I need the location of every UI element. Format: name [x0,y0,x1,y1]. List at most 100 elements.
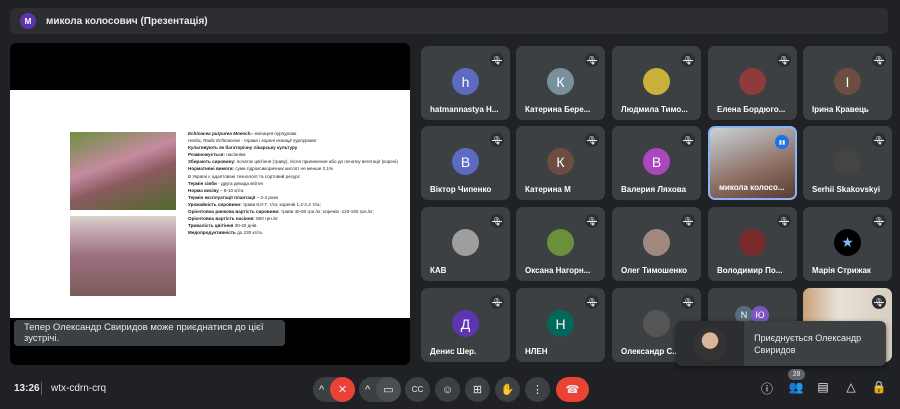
participant-tile[interactable]: 🎙 Д Денис Шер. [421,288,510,362]
slide-line: Норма висіву – 8-10 кг/га [188,187,408,194]
presenter-avatar: M [20,13,36,29]
participant-avatar: В [452,148,479,175]
participant-tile[interactable]: 🎙 В Віктор Чипенко [421,126,510,200]
participant-name: Марія Стрижак [812,266,871,275]
participant-tile[interactable]: ▮▮ микола колосо... [708,126,797,200]
slide-line: Термін сівби - друга декада квітня [188,180,408,187]
participant-name: Володимир По... [717,266,783,275]
slide-line-text: суми гідроксикоричних кислот не менше 2,… [235,166,334,172]
mic-muted-icon: 🎙 [585,53,599,67]
slide-line-bold: Урожайність сировини: [188,201,243,207]
present-screen-button[interactable]: ⊞ [465,377,490,402]
presentation-view[interactable]: Echinacea purpurea Moench.- ехінацея пур… [10,43,410,365]
participant-tile[interactable]: 🎙 Елена Бордюго... [708,46,797,120]
slide-line-bold: Культивують як багаторічну лікарську кул… [188,145,298,151]
participant-avatar [643,68,670,95]
raise-hand-button[interactable]: ✋ [495,377,520,402]
participant-avatar: Н [547,310,574,337]
slide-line: Культивують як багаторічну лікарську кул… [188,144,408,151]
slide-line: Збирають сировину: початок цвітіння (тра… [188,158,408,165]
camera-options-button[interactable]: ^ ▭ [359,377,401,402]
participant-tile[interactable]: 🎙 Оксана Нагорн... [516,207,605,281]
mic-options-button[interactable]: ^ ✕ [313,377,355,402]
mic-off-icon[interactable]: ✕ [330,377,355,402]
slide-line-text: Herba, Radix Echinaceae - трава і корені… [188,138,317,144]
join-notification[interactable]: Приєднується Олександр Свиридов [676,321,886,366]
slide-line-text: трави 8,0-7, т/га; коренів 1,2-2,2 т/га; [242,201,321,207]
captions-button[interactable]: CC [405,377,430,402]
participant-avatar: К [547,148,574,175]
mic-muted-icon: 🎙 [777,53,791,67]
participant-avatar: Д [452,310,479,337]
slide-line-text: початок цвітіння (траву), після припинен… [236,159,398,165]
participant-avatar [643,310,670,337]
info-icon[interactable]: ⓘ [759,380,775,397]
slide-line-text: - друга декада квітня [216,180,263,186]
slide-line-bold: Термін сівби [188,180,217,186]
speaking-icon: ▮▮ [775,135,789,149]
more-options-button[interactable]: ⋮ [525,377,550,402]
slide-line: Термін експлуатації плантації – 3-4 роки [188,194,408,201]
participant-tile[interactable]: 🎙 ★ Марія Стрижак [803,207,892,281]
participant-name: Елена Бордюго... [717,105,786,114]
camera-icon[interactable]: ▭ [376,377,401,402]
slide-line-text: насінням [226,152,246,158]
participant-name: микола колосо... [719,183,785,192]
divider [41,382,42,395]
emoji-button[interactable]: ☺ [435,377,460,402]
host-controls-icon[interactable]: 🔒 [871,380,887,394]
participant-name: Оксана Нагорн... [525,266,591,275]
participant-tile[interactable]: 🎙 Людмила Тимо... [612,46,701,120]
slide-line: Herba, Radix Echinaceae - трава і корені… [188,137,408,144]
people-icon[interactable]: 👥 [788,380,804,394]
participant-tile[interactable]: 🎙 Н НЛЕН [516,288,605,362]
mic-muted-icon: 🎙 [585,133,599,147]
participant-tile[interactable]: 🎙 Serhii Skakovskyi [803,126,892,200]
participant-name: Денис Шер. [430,347,477,356]
mic-muted-icon: 🎙 [490,214,504,228]
slide-line: Орієнтовна вартість насіння: 500 грн./кг [188,215,408,222]
slide-line-bold: Орієнтовна вартість насіння: [188,216,257,222]
echinacea-field-image [70,216,176,296]
mic-muted-icon: 🎙 [490,133,504,147]
slide-line: Медопродуктивність до 230 кг/га. [188,229,408,236]
participant-tile[interactable]: 🎙 К Катерина М [516,126,605,200]
activities-icon[interactable]: △ [843,380,859,394]
mic-muted-icon: 🎙 [777,214,791,228]
mic-muted-icon: 🎙 [681,53,695,67]
notification-toast: Тепер Олександр Свиридов може приєднатис… [14,320,285,346]
chat-icon[interactable]: ▤ [815,380,831,394]
participant-avatar: В [643,148,670,175]
slide-line: Нормативні вимоги: суми гідроксикоричних… [188,165,408,172]
slide-line: Урожайність сировини: трави 8,0-7, т/га;… [188,201,408,208]
slide-line-text: – 8-10 кг/га [218,187,244,193]
echinacea-flower-image [70,132,176,210]
slide-line-text: 30-40 днів. [234,223,258,229]
slide-line-bold: Тривалість цвітіння [188,223,235,229]
slide-line-text: – 3-4 роки [255,194,279,200]
slide-line: Echinacea purpurea Moench.- ехінацея пур… [188,130,408,137]
participant-tile[interactable]: 🎙 В Валерия Ляхова [612,126,701,200]
participant-avatar [547,229,574,256]
participant-tile[interactable]: 🎙 h hatmannastya H... [421,46,510,120]
participant-tile[interactable]: 🎙 І Ірина Кравець [803,46,892,120]
leave-call-button[interactable]: ☎ [556,377,589,402]
participant-tile[interactable]: 🎙 К Катерина Бере... [516,46,605,120]
participant-tile[interactable]: 🎙 Олег Тимошенко [612,207,701,281]
presentation-title: микола колосович (Презентація) [46,15,208,27]
mic-muted-icon: 🎙 [585,214,599,228]
mic-muted-icon: 🎙 [681,295,695,309]
bottom-toolbar: 13:26 wtx-cdrn-crq ^ ✕ ^ ▭ CC ☺ ⊞ ✋ ⋮ ☎ … [0,369,900,409]
clock: 13:26 [14,383,40,394]
joining-user-avatar [676,321,745,366]
participant-avatar [739,229,766,256]
participant-name: Людмила Тимо... [621,105,688,114]
participant-avatar [739,68,766,95]
mic-muted-icon: 🎙 [585,295,599,309]
participant-name: hatmannastya H... [430,105,499,114]
mic-muted-icon: 🎙 [872,214,886,228]
participant-tile[interactable]: 🎙 Володимир По... [708,207,797,281]
participant-name: Катерина Бере... [525,105,591,114]
slide-line-bold: Нормативні вимоги: [188,166,236,172]
participant-tile[interactable]: 🎙 КАВ [421,207,510,281]
